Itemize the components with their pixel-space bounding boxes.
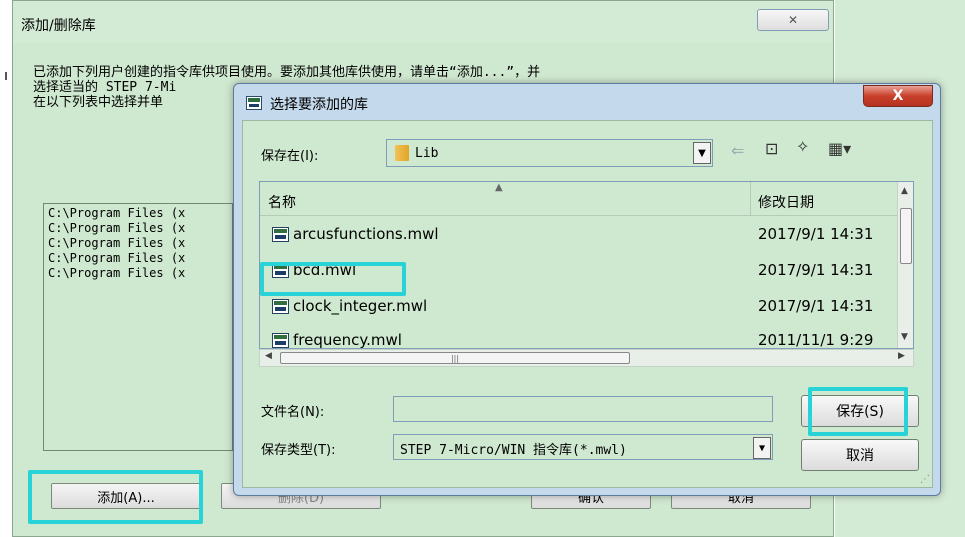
dialog-body: 保存在(I): Lib ▼ ⇐ ⊡ ✧ ▦▾ ▲ 名称 修改日期 arcusfu… [242,120,933,488]
filename-label: 文件名(N): [261,405,325,420]
library-list[interactable]: C:\Program Files (x C:\Program Files (x … [43,203,233,451]
scroll-up-icon[interactable]: ▲ [901,186,908,196]
add-button[interactable]: 添加(A)... [51,483,201,509]
file-date: 2017/9/1 14:31 [758,297,874,315]
filetype-label: 保存类型(T): [261,443,336,458]
filetype-value: STEP 7-Micro/WIN 指令库(*.mwl) [400,443,627,458]
horizontal-scrollbar[interactable]: ◀ ||| ▶ [259,349,914,367]
column-date[interactable]: 修改日期 [758,192,814,212]
chevron-down-icon[interactable]: ▼ [753,437,771,459]
library-file-icon [272,299,289,314]
list-item[interactable]: C:\Program Files (x [48,251,228,266]
title-bar: 添加/删除库 ✕ [13,1,833,43]
filename-input[interactable] [393,396,773,422]
filetype-dropdown[interactable]: STEP 7-Micro/WIN 指令库(*.mwl) ▼ [393,434,773,460]
file-row[interactable]: frequency.mwl 2011/11/1 9:29 [260,322,897,349]
column-separator[interactable] [750,182,751,216]
dialog-title: 选择要添加的库 [270,97,368,113]
look-in-value: Lib [415,146,439,161]
title-bar: 选择要添加的库 X [234,84,940,120]
file-name: arcusfunctions.mwl [293,225,439,243]
file-date: 2017/9/1 14:31 [758,225,874,243]
file-name: bcd.mwl [293,261,357,279]
file-name: frequency.mwl [293,331,402,349]
library-file-icon [272,263,289,278]
cancel-button[interactable]: 取消 [801,439,919,471]
file-date: 2017/9/1 14:31 [758,261,874,279]
dialog-title: 添加/删除库 [21,18,96,34]
list-item[interactable]: C:\Program Files (x [48,206,228,221]
list-item[interactable]: C:\Program Files (x [48,221,228,236]
list-item[interactable]: C:\Program Files (x [48,236,228,251]
column-header: ▲ 名称 修改日期 [260,182,897,216]
file-name: clock_integer.mwl [293,297,428,315]
scroll-right-icon[interactable]: ▶ [898,351,905,361]
vertical-scrollbar[interactable]: ▲ ▼ [897,182,913,348]
library-file-icon [272,333,289,348]
new-folder-icon[interactable]: ✧ [796,137,809,156]
edge-tick [5,72,7,80]
back-arrow-icon[interactable]: ⇐ [731,141,744,160]
file-row[interactable]: clock_integer.mwl 2017/9/1 14:31 [260,288,897,324]
close-button[interactable]: X [863,85,933,107]
close-button[interactable]: ✕ [757,9,829,31]
file-list[interactable]: ▲ 名称 修改日期 arcusfunctions.mwl 2017/9/1 14… [259,181,914,349]
scroll-thumb[interactable]: ||| [280,352,630,364]
folder-icon [395,145,409,161]
scroll-left-icon[interactable]: ◀ [265,351,272,361]
view-menu-icon[interactable]: ▦▾ [828,139,851,158]
scroll-thumb[interactable] [900,208,912,264]
sort-arrow-icon: ▲ [495,182,503,193]
resize-grip-icon[interactable]: ⋰ [920,474,930,485]
scroll-down-icon[interactable]: ▼ [901,332,908,342]
file-row[interactable]: arcusfunctions.mwl 2017/9/1 14:31 [260,216,897,252]
select-library-dialog: 选择要添加的库 X 保存在(I): Lib ▼ ⇐ ⊡ ✧ ▦▾ ▲ 名称 修改… [233,83,941,496]
save-button[interactable]: 保存(S) [801,395,919,427]
list-item[interactable]: C:\Program Files (x [48,266,228,281]
file-row[interactable]: bcd.mwl 2017/9/1 14:31 [260,252,897,288]
column-name[interactable]: 名称 [268,192,296,212]
library-file-icon [272,227,289,242]
desktop-edge [0,0,12,537]
library-app-icon [246,96,262,110]
up-folder-icon[interactable]: ⊡ [765,139,778,158]
look-in-dropdown[interactable]: Lib ▼ [386,139,713,167]
chevron-down-icon[interactable]: ▼ [693,142,711,164]
look-in-label: 保存在(I): [261,149,319,164]
file-date: 2011/11/1 9:29 [758,331,874,349]
